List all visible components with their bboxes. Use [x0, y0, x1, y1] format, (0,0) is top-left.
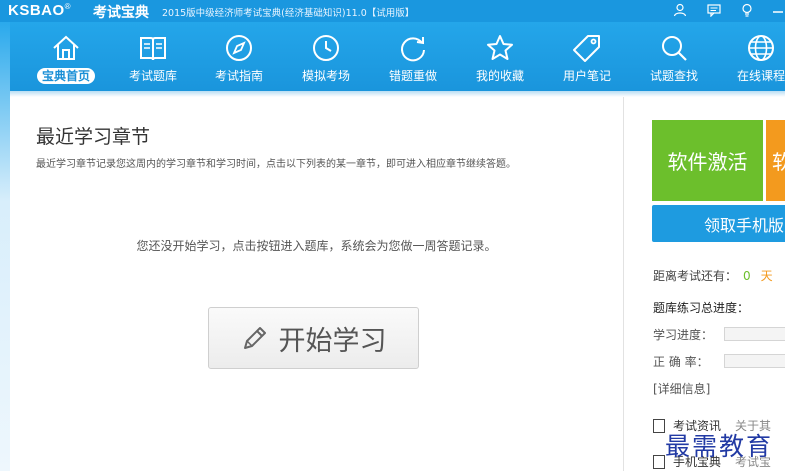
nav-item-redo-mistakes[interactable]: 错题重做: [371, 22, 455, 91]
nav-item-favorites[interactable]: 我的收藏: [458, 22, 542, 91]
watermark: 最需教育: [665, 432, 774, 461]
bulb-icon[interactable]: [737, 0, 757, 20]
brand-logo: KSBAO®: [8, 2, 72, 19]
document-icon: [653, 418, 665, 433]
search-icon: [658, 32, 690, 64]
start-study-button[interactable]: 开始学习: [208, 307, 419, 369]
detail-info-link[interactable]: [详细信息]: [653, 380, 710, 397]
nav-label: 模拟考场: [301, 69, 350, 83]
nav-label: 在线课程: [736, 69, 785, 83]
compass-icon: [223, 32, 255, 64]
countdown-value: 0: [743, 269, 751, 283]
activate-software-button[interactable]: 软件激活: [652, 120, 763, 201]
globe-icon: [745, 32, 777, 64]
accuracy-label: 正 确 率：: [653, 355, 709, 369]
title-bar: KSBAO® 考试宝典 2015版中级经济师考试宝典(经济基础知识)11.0【试…: [0, 0, 785, 22]
nav-label: 试题查找: [649, 69, 698, 83]
study-progress-bar: [724, 327, 785, 341]
left-accent-strip: [0, 22, 10, 471]
nav-item-notes[interactable]: 用户笔记: [545, 22, 629, 91]
right-sidebar: 软件激活 软 领取手机版 距离考试还有： 0 天 题库练习总进度： 学习进度： 正 …: [624, 97, 785, 471]
book-icon: [137, 32, 169, 64]
star-icon: [484, 32, 516, 64]
user-icon[interactable]: [670, 0, 690, 20]
edition-label: 2015版中级经济师考试宝典(经济基础知识)11.0【试用版】: [162, 8, 415, 19]
empty-state-message: 您还没开始学习，点击按钮进入题库，系统会为您做一周答题记录。: [136, 239, 497, 253]
study-progress-label: 学习进度：: [653, 328, 714, 342]
refresh-icon: [397, 32, 429, 64]
main-nav: 宝典首页 考试题库 考试指南 模拟考场 错题重做 我的收藏 用户笔记 试题查找 …: [0, 22, 785, 91]
nav-label: 我的收藏: [475, 69, 524, 83]
page-description: 最近学习章节记录您这周内的学习章节和学习时间，点击以下列表的某一章节，即可进入相…: [36, 159, 516, 170]
nav-label: 考试题库: [128, 69, 177, 83]
nav-item-question-bank[interactable]: 考试题库: [111, 22, 195, 91]
progress-title: 题库练习总进度：: [653, 301, 750, 315]
orange-tile-button[interactable]: 软: [766, 120, 785, 201]
home-icon: [50, 32, 82, 64]
start-study-label: 开始学习: [278, 325, 387, 357]
minimize-icon[interactable]: [768, 0, 785, 20]
nav-item-search[interactable]: 试题查找: [632, 22, 716, 91]
nav-item-guide[interactable]: 考试指南: [197, 22, 281, 91]
phone-icon: [653, 454, 665, 469]
accuracy-bar: [724, 354, 785, 368]
page-title: 最近学习章节: [36, 126, 151, 148]
nav-item-mock-exam[interactable]: 模拟考场: [284, 22, 368, 91]
nav-item-home[interactable]: 宝典首页: [24, 22, 108, 91]
pencil-icon: [241, 323, 271, 353]
message-icon[interactable]: [704, 0, 724, 20]
nav-label: 错题重做: [388, 69, 437, 83]
countdown-unit: 天: [760, 269, 773, 283]
nav-label: 用户笔记: [562, 69, 611, 83]
get-mobile-version-button[interactable]: 领取手机版: [652, 205, 785, 242]
exam-countdown: 距离考试还有： 0 天: [653, 267, 773, 284]
countdown-label: 距离考试还有：: [653, 269, 738, 283]
tag-icon: [571, 32, 603, 64]
nav-label: 考试指南: [214, 69, 263, 83]
nav-label: 宝典首页: [36, 68, 95, 84]
brand-name: 考试宝典: [93, 5, 149, 21]
recent-chapters-panel: 最近学习章节 最近学习章节记录您这周内的学习章节和学习时间，点击以下列表的某一章…: [10, 97, 623, 471]
nav-item-online-courses[interactable]: 在线课程: [719, 22, 785, 91]
clock-icon: [310, 32, 342, 64]
